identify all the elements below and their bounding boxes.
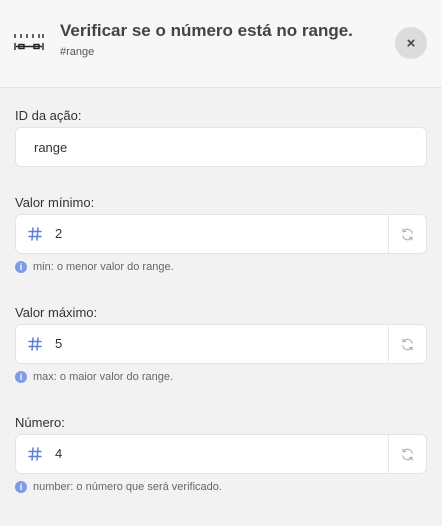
close-button[interactable]: ×	[395, 27, 427, 59]
info-icon: i	[15, 481, 27, 493]
ruler-range-icon	[14, 34, 44, 50]
action-id-label: ID da ação:	[15, 108, 82, 123]
action-id-value: range	[34, 139, 68, 155]
max-value-input[interactable]: 5	[15, 324, 427, 364]
action-tag: #range	[60, 46, 95, 58]
info-icon: i	[15, 261, 27, 273]
hash-icon	[28, 447, 42, 461]
hash-icon	[28, 337, 42, 351]
max-value-hint: i max: o maior valor do range.	[15, 371, 173, 383]
min-value-input[interactable]: 2	[15, 214, 427, 254]
refresh-icon	[402, 338, 413, 350]
close-icon: ×	[406, 34, 416, 52]
min-value-label: Valor mínimo:	[15, 195, 95, 210]
number-value: 4	[55, 446, 63, 461]
min-value-value: 2	[55, 226, 63, 241]
min-value-hint-text: min: o menor valor do range.	[33, 261, 174, 273]
max-value-hint-text: max: o maior valor do range.	[33, 371, 174, 383]
max-value-label: Valor máximo:	[15, 305, 98, 320]
max-value-value: 5	[55, 336, 63, 351]
refresh-icon	[402, 448, 413, 460]
modal-header: Verificar se o número está no range. #ra…	[0, 0, 442, 88]
refresh-icon	[402, 228, 413, 240]
min-value-hint: i min: o menor valor do range.	[15, 261, 174, 273]
number-hint-text: number: o número que será verificado.	[33, 481, 222, 493]
action-id-input[interactable]: range	[15, 127, 427, 167]
refresh-button[interactable]	[388, 325, 426, 363]
refresh-button[interactable]	[388, 435, 426, 473]
modal-title: Verificar se o número está no range.	[60, 21, 353, 40]
number-input[interactable]: 4	[15, 434, 427, 474]
info-icon: i	[15, 371, 27, 383]
number-hint: i number: o número que será verificado.	[15, 481, 222, 493]
refresh-button[interactable]	[388, 215, 426, 253]
number-label: Número:	[15, 415, 65, 430]
hash-icon	[28, 227, 42, 241]
